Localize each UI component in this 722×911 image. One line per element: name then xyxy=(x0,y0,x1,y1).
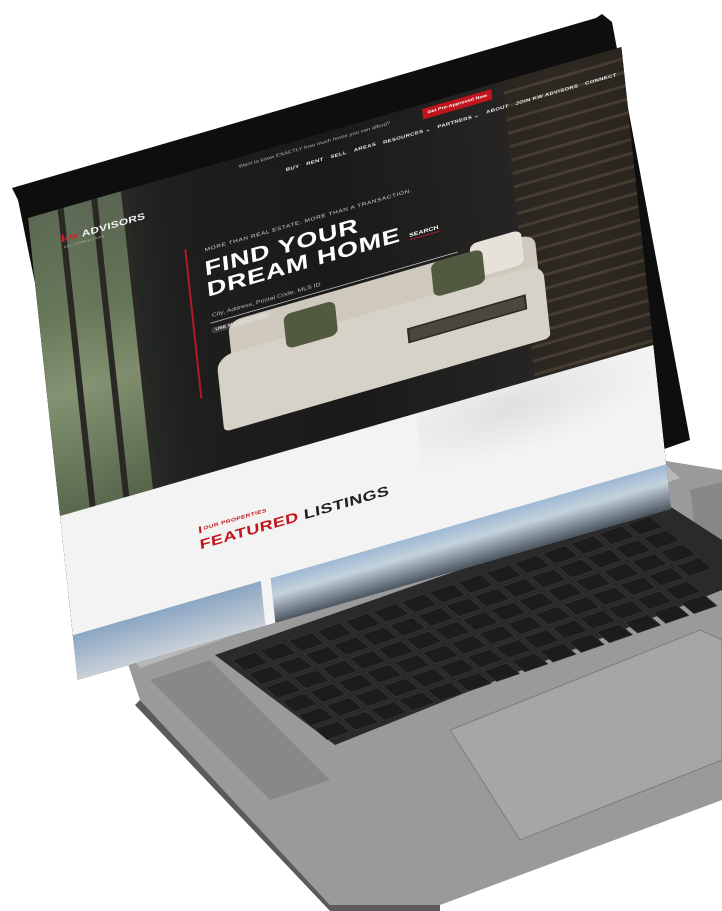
section-title-main: LISTINGS xyxy=(303,482,390,523)
nav-item-sell[interactable]: SELL xyxy=(330,151,347,161)
keyboard-key[interactable] xyxy=(393,654,431,674)
keyboard-key[interactable] xyxy=(370,701,408,721)
keyboard-key[interactable] xyxy=(388,617,427,637)
keyboard-key[interactable] xyxy=(287,632,325,652)
keyboard-key[interactable] xyxy=(421,644,460,665)
keyboard-key[interactable] xyxy=(466,648,504,669)
keyboard-key[interactable] xyxy=(624,614,662,634)
keyboard-key[interactable] xyxy=(372,603,410,623)
keyboard-key[interactable] xyxy=(586,549,624,569)
keyboard-key[interactable] xyxy=(400,593,438,613)
keyboard-key[interactable] xyxy=(325,697,363,717)
keyboard-key[interactable] xyxy=(365,664,403,684)
keyboard-key[interactable] xyxy=(259,642,297,662)
keyboard-key[interactable] xyxy=(276,655,314,676)
keyboard-key[interactable] xyxy=(417,607,455,627)
nav-item-buy[interactable]: BUY xyxy=(286,164,300,173)
keyboard-key[interactable] xyxy=(428,583,466,604)
keyboard-key[interactable] xyxy=(635,590,673,610)
keyboard-key[interactable] xyxy=(619,576,657,597)
keyboard-key[interactable] xyxy=(320,659,358,680)
nav-item-rent[interactable]: RENT xyxy=(306,157,324,167)
keyboard-key[interactable] xyxy=(461,611,499,631)
keyboard-key[interactable] xyxy=(501,578,539,598)
keyboard-key[interactable] xyxy=(353,687,391,707)
keyboard-key[interactable] xyxy=(518,592,556,612)
keyboard-key[interactable] xyxy=(297,706,335,727)
keyboard-key[interactable] xyxy=(569,535,607,555)
keyboard-key[interactable] xyxy=(360,626,398,647)
keyboard-key[interactable] xyxy=(456,574,495,594)
keyboard-key[interactable] xyxy=(410,668,448,688)
keyboard-key[interactable] xyxy=(602,562,640,583)
keyboard-key[interactable] xyxy=(630,553,669,573)
keyboard-key[interactable] xyxy=(558,558,596,579)
keyboard-key[interactable] xyxy=(551,619,589,640)
keyboard-key[interactable] xyxy=(247,665,286,685)
keyboard-key[interactable] xyxy=(292,669,330,690)
keyboard-key[interactable] xyxy=(579,609,617,630)
keyboard-key[interactable] xyxy=(567,633,605,653)
keyboard-key[interactable] xyxy=(483,662,521,682)
nav-item-about[interactable]: ABOUT xyxy=(486,104,509,116)
laptop-mockup: Want to know EXACTLY how much home you c… xyxy=(0,0,722,911)
keyboard-key[interactable] xyxy=(647,567,685,587)
keyboard-key[interactable] xyxy=(478,625,516,645)
keyboard-key[interactable] xyxy=(438,658,476,678)
keyboard-key[interactable] xyxy=(309,683,347,703)
keyboard-key[interactable] xyxy=(675,557,713,577)
keyboard-key[interactable] xyxy=(595,623,634,644)
keyboard-key[interactable] xyxy=(426,681,464,702)
keyboard-key[interactable] xyxy=(264,679,302,699)
keyboard-key[interactable] xyxy=(614,539,652,559)
keyboard-key[interactable] xyxy=(304,646,342,666)
accent-line xyxy=(184,249,203,399)
nav-item-areas[interactable]: AREAS xyxy=(354,142,377,154)
keyboard-key[interactable] xyxy=(562,596,601,616)
section-label-bar xyxy=(198,526,201,534)
keyboard-key[interactable] xyxy=(591,586,629,606)
keyboard-key[interactable] xyxy=(680,594,718,615)
keyboard-key[interactable] xyxy=(405,630,443,651)
keyboard-key[interactable] xyxy=(574,572,612,593)
keyboard-key[interactable] xyxy=(377,640,415,660)
keyboard-key[interactable] xyxy=(433,621,471,641)
keyboard-key[interactable] xyxy=(522,629,561,649)
keyboard-key[interactable] xyxy=(342,711,380,731)
keyboard-key[interactable] xyxy=(642,529,680,550)
keyboard-key[interactable] xyxy=(315,622,354,643)
keyboard-key[interactable] xyxy=(381,677,420,698)
keyboard-key[interactable] xyxy=(539,643,577,663)
keyboard-key[interactable] xyxy=(332,636,370,656)
keyboard-key[interactable] xyxy=(659,543,697,563)
keyboard-key[interactable] xyxy=(511,652,549,673)
keyboard-key[interactable] xyxy=(529,568,568,588)
keyboard-key[interactable] xyxy=(597,525,636,546)
keyboard-key[interactable] xyxy=(454,672,493,692)
keyboard-key[interactable] xyxy=(348,650,387,670)
keyboard-key[interactable] xyxy=(344,612,382,633)
keyboard-key[interactable] xyxy=(473,587,511,608)
keyboard-key[interactable] xyxy=(506,615,544,635)
keyboard-key[interactable] xyxy=(313,720,352,741)
keyboard-key[interactable] xyxy=(494,639,532,659)
keyboard-key[interactable] xyxy=(534,605,572,626)
keyboard-key[interactable] xyxy=(513,554,551,575)
keyboard-key[interactable] xyxy=(280,693,319,713)
keyboard-key[interactable] xyxy=(607,600,645,620)
keyboard-key[interactable] xyxy=(489,601,528,622)
keyboard-key[interactable] xyxy=(450,634,488,655)
keyboard-key[interactable] xyxy=(231,651,269,672)
keyboard-key[interactable] xyxy=(337,673,375,694)
keyboard-key[interactable] xyxy=(541,545,579,565)
keyboard-key[interactable] xyxy=(445,597,483,618)
keyboard-key[interactable] xyxy=(663,580,702,601)
keyboard-key[interactable] xyxy=(485,564,523,584)
keyboard-key[interactable] xyxy=(398,691,436,712)
keyboard-key[interactable] xyxy=(652,604,690,624)
keyboard-key[interactable] xyxy=(546,582,584,602)
